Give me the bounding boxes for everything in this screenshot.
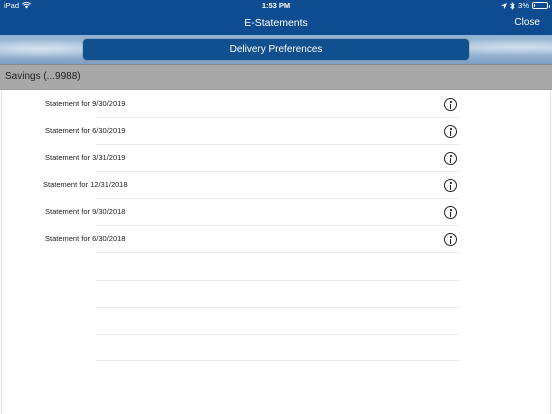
row-divider	[96, 252, 460, 253]
status-right: 3%	[501, 1, 550, 10]
statement-label: Statement for 12/31/2018	[43, 180, 128, 189]
navigation-bar: E-Statements Close	[0, 12, 552, 35]
info-icon[interactable]	[444, 179, 457, 192]
account-section-header: Savings (...9988)	[0, 64, 552, 90]
statement-row[interactable]: Statement for 12/31/2018	[0, 172, 552, 199]
statement-row[interactable]: Statement for 3/31/2019	[0, 145, 552, 172]
delivery-preferences-button[interactable]: Delivery Preferences	[83, 39, 469, 60]
empty-row-divider	[96, 280, 460, 281]
statement-row[interactable]: Statement for 6/30/2018	[0, 226, 552, 253]
status-bar: iPad 1:53 PM 3%	[0, 0, 552, 12]
battery-icon	[532, 2, 550, 9]
statement-row[interactable]: Statement for 9/30/2019	[0, 91, 552, 118]
statement-label: Statement for 6/30/2018	[45, 234, 126, 243]
page-title: E-Statements	[244, 17, 308, 29]
statement-label: Statement for 9/30/2018	[45, 207, 126, 216]
empty-row-divider	[96, 360, 460, 361]
info-icon[interactable]	[444, 152, 457, 165]
info-icon[interactable]	[444, 125, 457, 138]
statement-row[interactable]: Statement for 9/30/2018	[0, 199, 552, 226]
empty-row-divider	[96, 307, 460, 308]
status-time: 1:53 PM	[261, 1, 291, 10]
account-label: Savings (...9988)	[5, 71, 81, 82]
statement-label: Statement for 9/30/2019	[45, 99, 126, 108]
bluetooth-icon	[510, 1, 515, 10]
info-icon[interactable]	[444, 98, 457, 111]
info-icon[interactable]	[444, 233, 457, 246]
info-icon[interactable]	[444, 206, 457, 219]
statement-label: Statement for 6/30/2019	[45, 126, 126, 135]
empty-row-divider	[96, 334, 460, 335]
statement-row[interactable]: Statement for 6/30/2019	[0, 118, 552, 145]
close-button[interactable]: Close	[514, 17, 540, 28]
location-arrow-icon	[501, 2, 508, 9]
battery-percent: 3%	[518, 1, 529, 10]
statement-label: Statement for 3/31/2019	[45, 153, 126, 162]
